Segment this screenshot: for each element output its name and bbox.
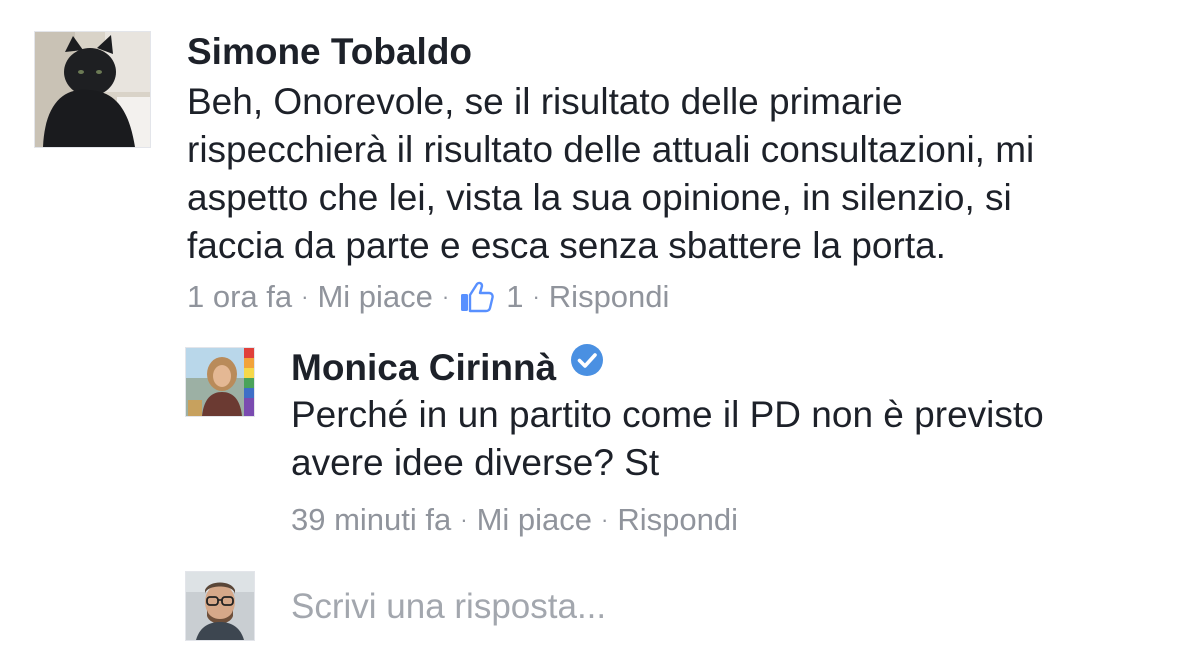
thumbs-up-icon[interactable] (458, 279, 495, 315)
comment-text-line: Beh, Onorevole, se il risultato delle pr… (187, 81, 903, 122)
separator-dot: · (441, 284, 450, 309)
reply-text-line: Perché in un partito come il PD non è pr… (291, 394, 1044, 435)
reply-timestamp: 39 minuti fa (291, 502, 452, 537)
comment-text: Beh, Onorevole, se il risultato delle pr… (187, 78, 1034, 270)
reply-input[interactable]: Scrivi una risposta... (291, 585, 606, 629)
separator-dot: · (460, 507, 468, 532)
comment-author-name[interactable]: Simone Tobaldo (187, 31, 472, 73)
man-photo (186, 572, 254, 640)
comment-text-line: faccia da parte e esca senza sbattere la… (187, 225, 946, 266)
reply-author-link[interactable]: Monica Cirinnà (291, 347, 556, 389)
black-cat-photo (35, 32, 150, 147)
reply-author-name: Monica Cirinnà (291, 343, 604, 389)
reply-like-link[interactable]: Mi piace (477, 500, 592, 540)
woman-photo (186, 348, 254, 416)
comment-text-line: rispecchierà il risultato delle attuali … (187, 129, 1035, 170)
like-count: 1 (506, 279, 524, 314)
comment-like-link[interactable]: Mi piace (317, 277, 432, 317)
comment-timestamp: 1 ora fa (187, 279, 293, 314)
comment-text-line: aspetto che lei, vista la sua opinione, … (187, 177, 1012, 218)
comment-reply-link[interactable]: Rispondi (549, 277, 670, 317)
comment-thread: Simone Tobaldo Beh, Onorevole, se il ris… (0, 0, 1200, 649)
reply-text-line: avere idee diverse? St (291, 442, 660, 483)
monica-cirinna-avatar[interactable] (186, 348, 254, 416)
reply-actions: 39 minuti fa · Mi piace · Rispondi (291, 500, 738, 540)
verified-badge-icon (570, 343, 604, 386)
current-user-avatar (186, 572, 254, 640)
reply-text: Perché in un partito come il PD non è pr… (291, 391, 1044, 487)
separator-dot: · (301, 284, 309, 309)
separator-dot: · (532, 284, 540, 309)
comment-actions: 1 ora fa · Mi piace · 1 · Rispondi (187, 277, 669, 317)
simone-tobaldo-avatar[interactable] (35, 32, 150, 147)
separator-dot: · (601, 507, 609, 532)
reply-reply-link[interactable]: Rispondi (617, 500, 738, 540)
